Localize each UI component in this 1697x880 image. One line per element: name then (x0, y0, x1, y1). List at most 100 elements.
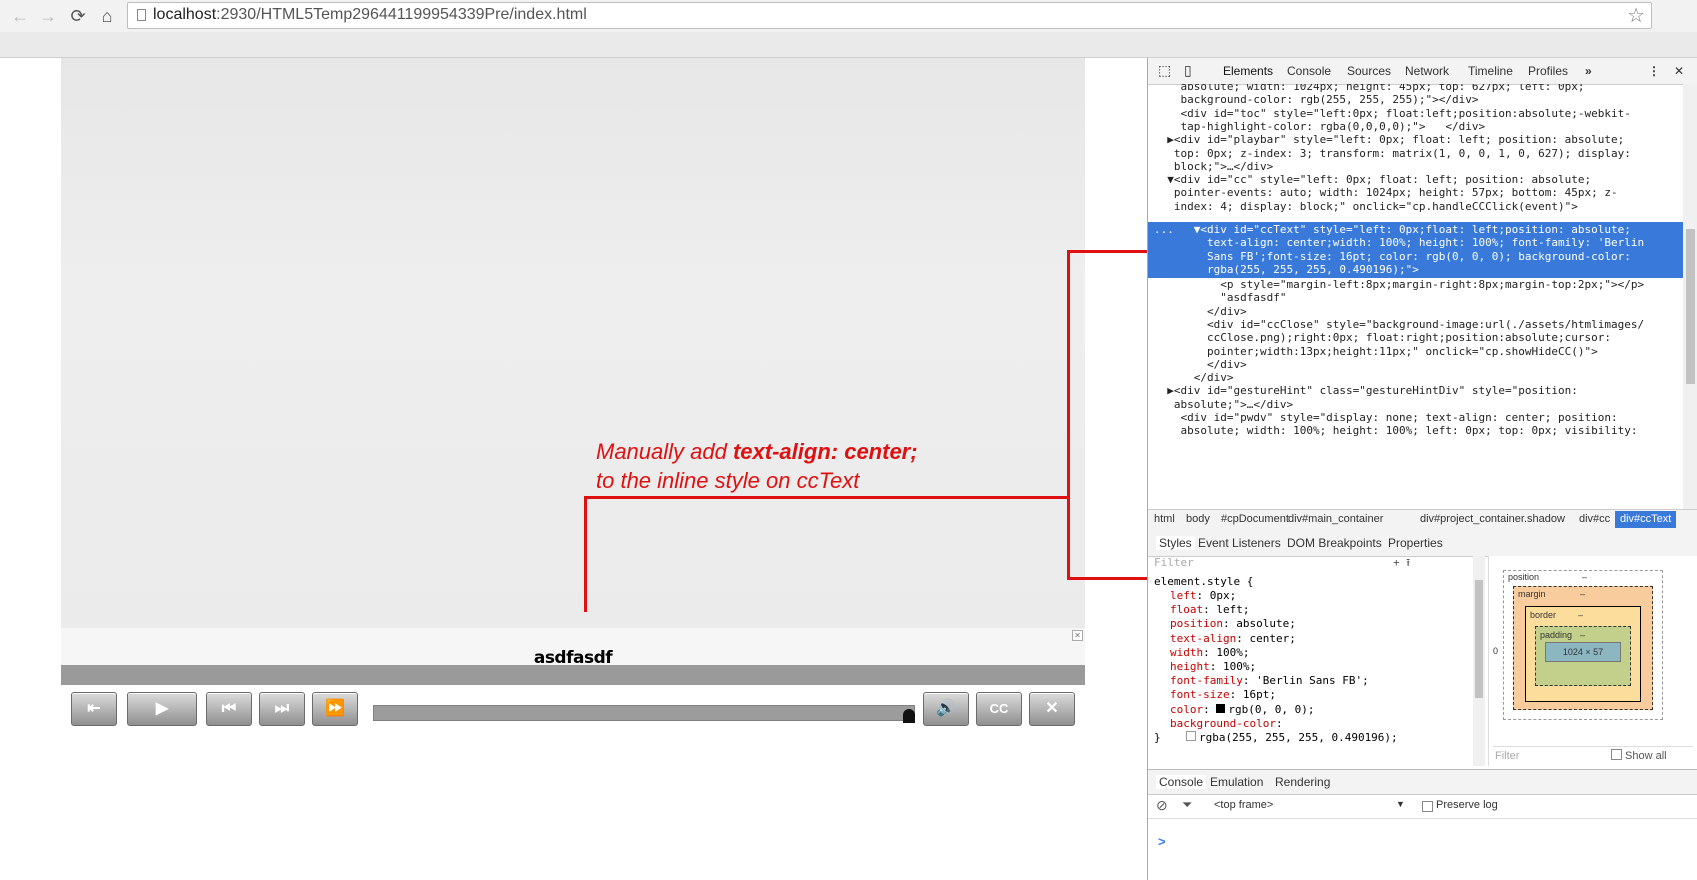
next-button[interactable]: ⏭ (259, 692, 305, 726)
tab-event-listeners[interactable]: Event Listeners (1198, 536, 1281, 550)
tab-sources[interactable]: Sources (1347, 64, 1391, 78)
dom-line[interactable]: <div id="toc" style="left:0px; float:lef… (1154, 107, 1630, 121)
tab-network[interactable]: Network (1405, 64, 1449, 78)
forward-icon[interactable]: → (36, 4, 60, 28)
dom-line[interactable]: absolute;">…</div> (1154, 398, 1293, 412)
box-filter[interactable]: Filter (1495, 750, 1519, 762)
dom-line[interactable]: pointer-events: auto; width: 1024px; hei… (1154, 186, 1618, 200)
progress-bar[interactable] (373, 705, 915, 721)
dom-line[interactable]: <div id="pwdv" style="display: none; tex… (1154, 411, 1617, 425)
fast-forward-button[interactable]: ⏩ (312, 692, 358, 726)
style-rule[interactable]: height: 100%; (1170, 660, 1256, 674)
styles-scrollbar[interactable] (1473, 556, 1485, 766)
dom-line[interactable]: absolute; width: 100%; height: 100%; lef… (1154, 424, 1637, 438)
back-icon[interactable]: ← (8, 4, 32, 28)
dom-line[interactable]: rgba(255, 255, 255, 0.490196);"> (1154, 263, 1419, 277)
close-button[interactable]: ✕ (1029, 692, 1075, 726)
breadcrumb-item[interactable]: div#ccText (1615, 511, 1677, 528)
audio-button[interactable]: 🔊 (923, 692, 969, 726)
home-icon[interactable]: ⌂ (95, 4, 119, 28)
dom-line[interactable]: </div> (1154, 305, 1247, 319)
exit-button[interactable]: ⇤ (71, 692, 117, 726)
bookmark-star-icon[interactable]: ☆ (1627, 3, 1645, 28)
styles-filter[interactable]: Filter (1154, 556, 1194, 570)
show-all-checkbox[interactable] (1611, 749, 1622, 760)
dom-line[interactable]: background-color: rgb(255, 255, 255);"><… (1154, 93, 1478, 107)
reload-icon[interactable]: ⟳ (66, 4, 90, 28)
style-rule[interactable]: width: 100%; (1170, 646, 1250, 660)
close-devtools-icon[interactable]: ✕ (1674, 64, 1684, 78)
tab-timeline[interactable]: Timeline (1468, 64, 1513, 78)
clear-console-icon[interactable]: ⊘ (1156, 797, 1168, 814)
style-rule[interactable]: font-family: 'Berlin Sans FB'; (1170, 674, 1369, 688)
drawer-tab-emulation[interactable]: Emulation (1210, 775, 1263, 789)
styles-pane[interactable]: Filter + ⭱ element.style { left: 0px; flo… (1148, 556, 1473, 756)
menu-dots-icon[interactable]: ⋮ (1648, 64, 1660, 78)
console-prompt[interactable]: > (1158, 834, 1166, 849)
color-swatch-icon[interactable] (1216, 703, 1226, 713)
dom-scroll-thumb[interactable] (1686, 229, 1695, 384)
address-bar[interactable]: localhost:2930/HTML5Temp296441199954339P… (127, 2, 1652, 29)
dom-line[interactable]: </div> (1154, 371, 1234, 385)
tab-styles[interactable]: Styles (1156, 536, 1195, 550)
dom-line[interactable]: </div> (1154, 358, 1247, 372)
dom-line[interactable]: ▼<div id="cc" style="left: 0px; float: l… (1154, 173, 1591, 187)
play-button[interactable]: ▶ (127, 692, 197, 726)
style-prop: width (1170, 645, 1204, 659)
tab-profiles[interactable]: Profiles (1528, 64, 1568, 78)
previous-button[interactable]: ⏮ (206, 692, 252, 726)
drawer-tab-rendering[interactable]: Rendering (1275, 775, 1330, 789)
dom-line[interactable]: Sans FB';font-size: 16pt; color: rgb(0, … (1154, 250, 1631, 264)
progress-thumb[interactable] (903, 709, 915, 723)
dom-line[interactable]: top: 0px; z-index: 3; transform: matrix(… (1154, 147, 1631, 161)
breadcrumb-item[interactable]: body (1186, 513, 1210, 525)
breadcrumb-item[interactable]: html (1154, 513, 1175, 525)
device-mode-icon[interactable]: ▯ (1184, 62, 1192, 79)
style-rule[interactable]: left: 0px; (1170, 589, 1236, 603)
tab-console[interactable]: Console (1287, 64, 1331, 78)
tab-properties[interactable]: Properties (1388, 536, 1443, 550)
tab-dom-breakpoints[interactable]: DOM Breakpoints (1287, 536, 1382, 550)
style-rule[interactable]: position: absolute; (1170, 617, 1296, 631)
inspect-icon[interactable]: ⬚ (1158, 62, 1171, 79)
dom-line[interactable]: pointer;width:13px;height:11px;" onclick… (1154, 345, 1598, 359)
dom-line[interactable]: tap-highlight-color: rgba(0,0,0,0);"> </… (1154, 120, 1485, 134)
style-rule[interactable]: font-size: 16pt; (1170, 688, 1276, 702)
drawer-tab-console[interactable]: Console (1156, 775, 1207, 789)
bg-color-value[interactable]: rgba(255, 255, 255, 0.490196); (1186, 731, 1398, 745)
dom-line[interactable]: text-align: center;width: 100%; height: … (1154, 236, 1644, 250)
dom-tree[interactable]: absolute; width: 1024px; height: 45px; t… (1148, 84, 1683, 509)
dom-line[interactable]: "asdfasdf" (1154, 291, 1286, 305)
breadcrumb-item[interactable]: div#cc (1579, 513, 1610, 525)
chevron-down-icon[interactable]: ▼ (1396, 799, 1405, 809)
cc-button[interactable]: CC (976, 692, 1022, 726)
dom-scrollbar[interactable] (1683, 84, 1697, 509)
style-rule[interactable]: background-color: (1170, 717, 1283, 731)
dom-line[interactable]: ccClose.png);right:0px; float:right;posi… (1154, 331, 1611, 345)
style-rule[interactable]: color: rgb(0, 0, 0); (1170, 703, 1314, 717)
dom-line[interactable]: ▶<div id="playbar" style="left: 0px; flo… (1154, 133, 1624, 147)
dom-line[interactable]: ... ▼<div id="ccText" style="left: 0px;f… (1154, 223, 1631, 237)
more-tabs-icon[interactable]: » (1585, 64, 1592, 78)
new-rule-icon[interactable]: + ⭱ (1393, 556, 1410, 570)
dom-line[interactable]: index: 4; display: block;" onclick="cp.h… (1154, 200, 1578, 214)
preserve-log-checkbox[interactable] (1422, 801, 1433, 812)
dom-line[interactable]: block;">…</div> (1154, 160, 1273, 174)
style-rule[interactable]: float: left; (1170, 603, 1250, 617)
dom-line[interactable]: ▶<div id="gestureHint" class="gestureHin… (1154, 384, 1578, 398)
style-rule[interactable]: text-align: center; (1170, 632, 1296, 646)
color-swatch-icon[interactable] (1186, 731, 1196, 741)
dom-line[interactable]: <div id="ccClose" style="background-imag… (1154, 318, 1644, 332)
selected-node[interactable]: ... ▼<div id="ccText" style="left: 0px;f… (1148, 222, 1683, 278)
bm-left-value: 0 (1493, 646, 1499, 656)
dom-line[interactable]: <p style="margin-left:8px;margin-right:8… (1154, 278, 1644, 292)
breadcrumb-item[interactable]: div#main_container (1288, 513, 1383, 525)
filter-icon[interactable]: ⏷ (1182, 797, 1192, 813)
styles-scroll-thumb[interactable] (1475, 580, 1483, 698)
tab-elements[interactable]: Elements (1223, 64, 1273, 78)
breadcrumb-item[interactable]: #cpDocument (1221, 513, 1289, 525)
frame-select[interactable]: <top frame> (1214, 799, 1273, 811)
annotation-prefix: Manually add (596, 439, 733, 464)
breadcrumb-item[interactable]: div#project_container.shadow (1420, 513, 1565, 525)
cc-close-icon[interactable]: ✕ (1072, 630, 1083, 641)
